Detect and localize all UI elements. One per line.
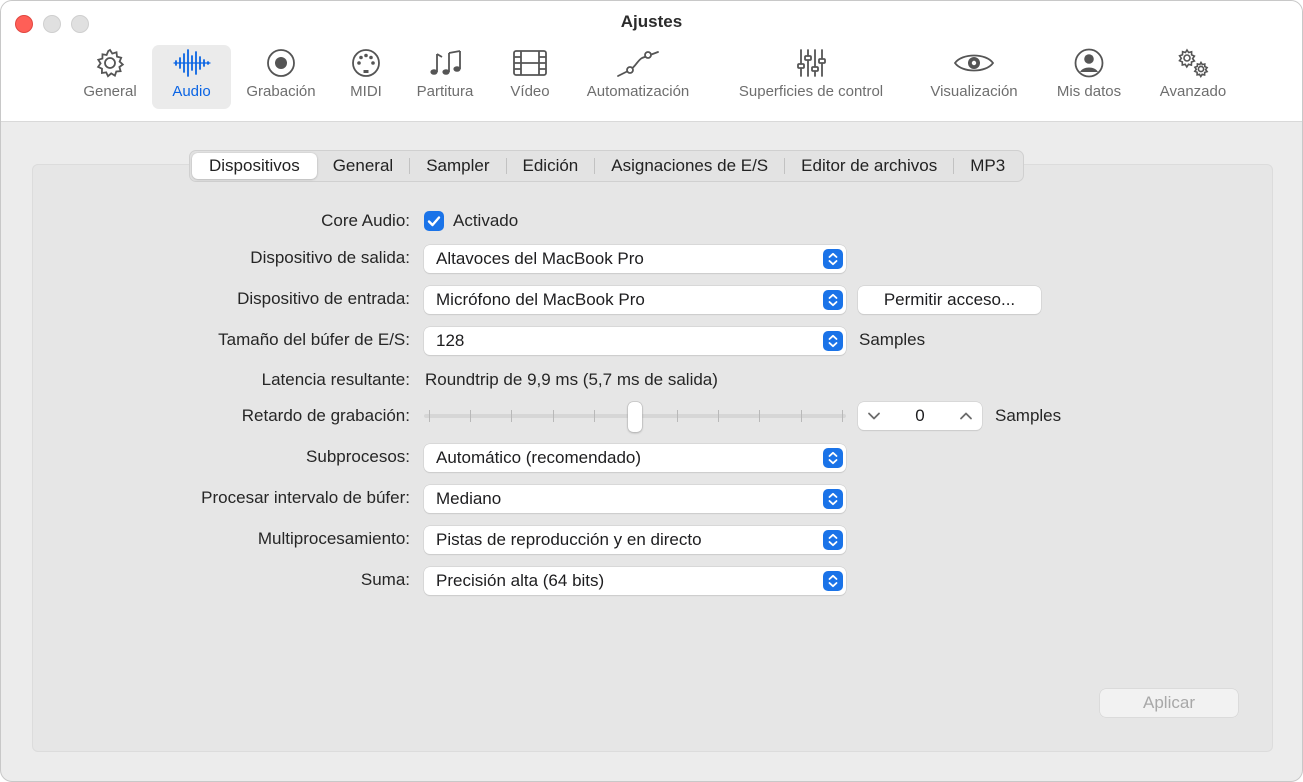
slider-tick	[718, 410, 719, 422]
toolbar-item-general[interactable]: General	[75, 45, 145, 109]
input-device-popup[interactable]: Micrófono del MacBook Pro	[424, 286, 846, 314]
summing-value: Precisión alta (64 bits)	[436, 571, 605, 590]
toolbar-item-label: Partitura	[416, 83, 474, 100]
gear-icon	[93, 45, 127, 81]
slider-tick	[511, 410, 512, 422]
settings-window: Ajustes General Audio Grabación MIDI Par…	[0, 0, 1303, 782]
toolbar-item-score[interactable]: Partitura	[409, 45, 481, 109]
sliders-icon	[794, 45, 828, 81]
multiprocessing-label: Multiprocesamiento:	[257, 529, 410, 548]
output-device-popup[interactable]: Altavoces del MacBook Pro	[424, 245, 846, 273]
output-device-value: Altavoces del MacBook Pro	[436, 249, 644, 268]
record-delay-slider-thumb[interactable]	[628, 402, 642, 432]
toolbar-item-midi[interactable]: MIDI	[341, 45, 391, 109]
slider-tick	[553, 410, 554, 422]
checkmark-icon	[427, 216, 441, 227]
allow-access-button[interactable]: Permitir acceso...	[858, 286, 1041, 314]
waveform-icon	[172, 45, 212, 81]
tab-io-assignments[interactable]: Asignaciones de E/S	[595, 153, 784, 179]
chevron-updown-icon	[823, 448, 843, 468]
buffer-range-label: Procesar intervalo de búfer:	[201, 488, 410, 507]
slider-tick	[470, 410, 471, 422]
chevron-updown-icon	[823, 331, 843, 351]
buffer-size-value: 128	[436, 331, 465, 350]
tab-general[interactable]: General	[317, 153, 409, 179]
chevron-down-icon[interactable]	[866, 409, 882, 428]
threads-value: Automático (recomendado)	[436, 448, 642, 467]
slider-tick	[842, 410, 843, 422]
toolbar-item-label: Automatización	[586, 83, 690, 100]
chevron-updown-icon	[823, 290, 843, 310]
buffer-size-label: Tamaño del búfer de E/S:	[218, 330, 410, 349]
toolbar-item-control-surfaces[interactable]: Superficies de control	[723, 45, 899, 109]
tab-devices[interactable]: Dispositivos	[192, 153, 317, 179]
toolbar-item-audio[interactable]: Audio	[152, 45, 231, 109]
summing-popup[interactable]: Precisión alta (64 bits)	[424, 567, 846, 595]
buffer-size-popup[interactable]: 128	[424, 327, 846, 355]
midi-port-icon	[349, 45, 383, 81]
slider-tick	[801, 410, 802, 422]
summing-label: Suma:	[360, 570, 410, 589]
core-audio-checkbox-label: Activado	[453, 211, 519, 230]
toolbar-item-advanced[interactable]: Avanzado	[1151, 45, 1235, 109]
record-delay-label: Retardo de grabación:	[241, 406, 410, 425]
output-device-label: Dispositivo de salida:	[250, 248, 410, 267]
buffer-range-value: Mediano	[436, 489, 502, 508]
toolbar-item-display[interactable]: Visualización	[921, 45, 1027, 109]
toolbar-item-automation[interactable]: Automatización	[577, 45, 699, 109]
toolbar-item-video[interactable]: Vídeo	[501, 45, 559, 109]
toolbar-item-label: Grabación	[246, 83, 316, 100]
toolbar-item-recording[interactable]: Grabación	[239, 45, 323, 109]
toolbar-item-label: MIDI	[350, 83, 382, 100]
core-audio-checkbox[interactable]	[424, 211, 444, 231]
toolbar-item-label: Avanzado	[1159, 83, 1227, 100]
toolbar-item-label: Audio	[172, 83, 211, 100]
input-device-value: Micrófono del MacBook Pro	[436, 290, 645, 309]
toolbar-item-label: Vídeo	[510, 83, 550, 100]
chevron-updown-icon	[823, 489, 843, 509]
core-audio-label: Core Audio:	[321, 211, 410, 230]
gears-icon	[1173, 45, 1213, 81]
multiprocessing-value: Pistas de reproducción y en directo	[436, 530, 702, 549]
toolbar-item-label: Mis datos	[1056, 83, 1122, 100]
buffer-size-unit: Samples	[859, 330, 926, 349]
chevron-up-icon[interactable]	[958, 409, 974, 428]
multiprocessing-popup[interactable]: Pistas de reproducción y en directo	[424, 526, 846, 554]
buffer-range-popup[interactable]: Mediano	[424, 485, 846, 513]
toolbar-item-my-info[interactable]: Mis datos	[1049, 45, 1129, 109]
tab-bar: Dispositivos General Sampler Edición Asi…	[189, 150, 1025, 182]
tab-mp3[interactable]: MP3	[954, 153, 1021, 179]
chevron-updown-icon	[823, 249, 843, 269]
chevron-updown-icon	[823, 530, 843, 550]
record-delay-unit: Samples	[995, 406, 1062, 425]
tab-file-editor[interactable]: Editor de archivos	[785, 153, 953, 179]
latency-value: Roundtrip de 9,9 ms (5,7 ms de salida)	[425, 370, 718, 389]
input-device-label: Dispositivo de entrada:	[237, 289, 410, 308]
slider-tick	[759, 410, 760, 422]
film-icon	[512, 45, 548, 81]
tab-sampler[interactable]: Sampler	[410, 153, 505, 179]
record-delay-stepper: 0	[858, 402, 982, 430]
slider-tick	[429, 410, 430, 422]
toolbar: Ajustes General Audio Grabación MIDI Par…	[1, 1, 1302, 122]
slider-tick	[594, 410, 595, 422]
toolbar-item-label: Visualización	[930, 83, 1018, 100]
person-circle-icon	[1072, 45, 1106, 81]
music-notes-icon	[426, 45, 464, 81]
automation-curve-icon	[616, 45, 660, 81]
threads-label: Subprocesos:	[306, 447, 410, 466]
threads-popup[interactable]: Automático (recomendado)	[424, 444, 846, 472]
toolbar-item-label: Superficies de control	[738, 83, 884, 100]
window-title: Ajustes	[620, 12, 683, 31]
slider-tick	[677, 410, 678, 422]
tab-editing[interactable]: Edición	[507, 153, 595, 179]
eye-icon	[953, 45, 995, 81]
record-icon	[264, 45, 298, 81]
apply-button[interactable]: Aplicar	[1100, 689, 1238, 717]
chevron-updown-icon	[823, 571, 843, 591]
toolbar-item-label: General	[83, 83, 137, 100]
latency-label: Latencia resultante:	[261, 370, 410, 389]
